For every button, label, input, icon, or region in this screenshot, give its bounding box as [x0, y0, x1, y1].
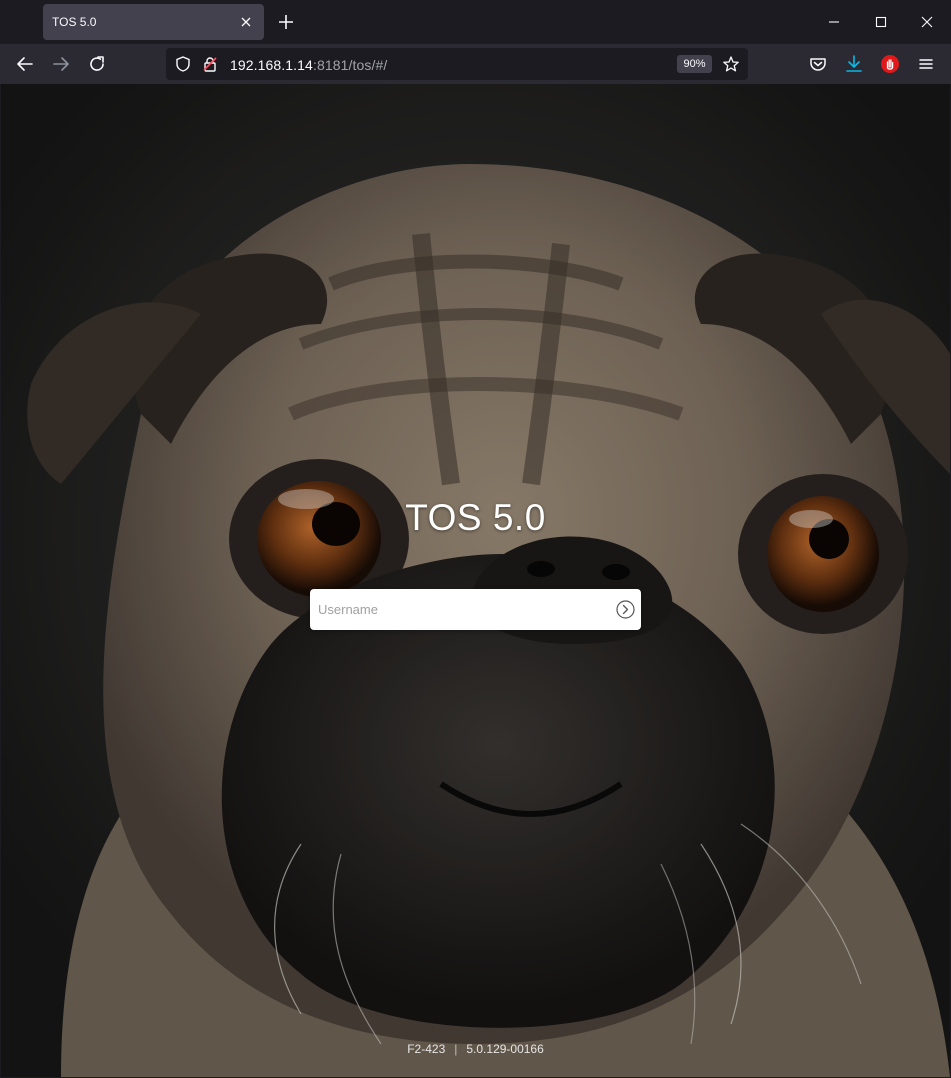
address-bar[interactable]: 192.168.1.14:8181/tos/#/ 90%: [166, 48, 748, 80]
close-icon[interactable]: [237, 13, 255, 31]
url-host: 192.168.1.14: [230, 57, 313, 73]
maximize-icon[interactable]: [868, 9, 894, 35]
hand-stop-icon[interactable]: [878, 52, 902, 76]
browser-tab-bar: TOS 5.0: [0, 0, 951, 44]
hamburger-menu-icon[interactable]: [914, 52, 938, 76]
pocket-icon[interactable]: [806, 52, 830, 76]
firmware-version: 5.0.129-00166: [466, 1042, 544, 1056]
arrow-right-icon[interactable]: [49, 52, 73, 76]
url-text[interactable]: 192.168.1.14:8181/tos/#/: [230, 57, 387, 73]
browser-nav-bar: 192.168.1.14:8181/tos/#/ 90%: [0, 44, 951, 84]
username-input[interactable]: [318, 589, 608, 630]
footer-separator: |: [454, 1042, 458, 1056]
arrow-left-icon[interactable]: [13, 52, 37, 76]
lock-slash-icon[interactable]: [201, 55, 219, 73]
url-path: :8181/tos/#/: [312, 57, 388, 73]
page-title: TOS 5.0: [405, 497, 546, 538]
device-model: F2-423: [407, 1042, 446, 1056]
shield-icon[interactable]: [174, 55, 192, 73]
login-page: TOS 5.0 F2-423 | 5.0.129-00166: [1, 84, 950, 1077]
device-info-footer: F2-423 | 5.0.129-00166: [1, 1042, 950, 1056]
reload-icon[interactable]: [85, 52, 109, 76]
close-window-icon[interactable]: [914, 9, 940, 35]
arrow-circle-right-icon[interactable]: [615, 599, 636, 620]
browser-tab-active[interactable]: TOS 5.0: [43, 4, 264, 40]
minimize-icon[interactable]: [821, 9, 847, 35]
zoom-level-badge[interactable]: 90%: [677, 55, 712, 73]
pug-background-photo: [1, 84, 950, 1077]
username-field-container: [310, 589, 641, 630]
plus-icon[interactable]: [274, 10, 298, 34]
download-icon[interactable]: [842, 52, 866, 76]
star-icon[interactable]: [722, 55, 740, 73]
tab-title: TOS 5.0: [52, 15, 97, 29]
